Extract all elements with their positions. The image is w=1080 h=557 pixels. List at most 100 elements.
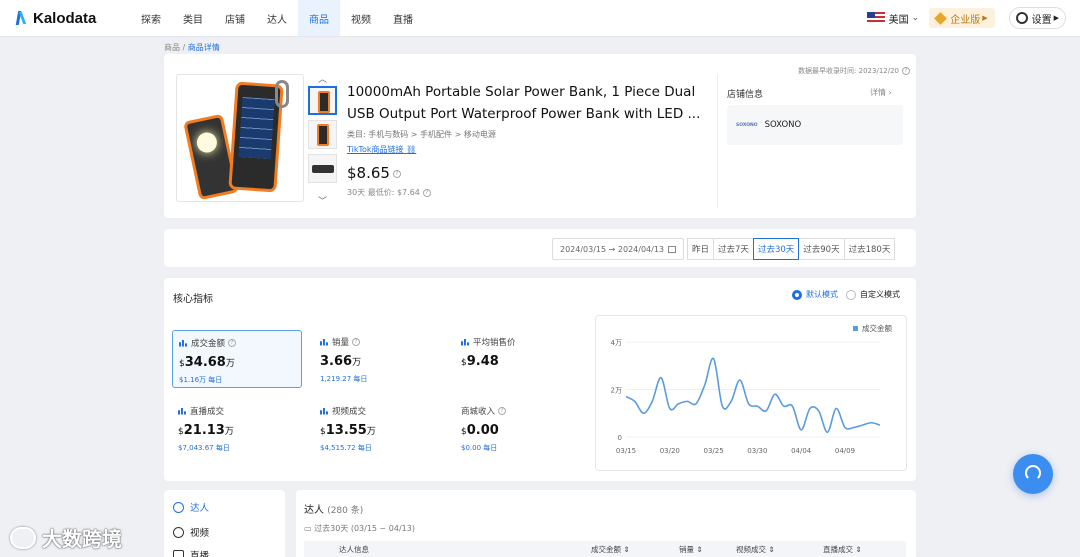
metric-unit: 万 [224,427,234,437]
watermark: 大数跨境 [10,523,122,552]
mode-custom[interactable]: 自定义模式 [846,289,900,300]
chevron-down-icon[interactable]: ﹀ [318,194,327,207]
caret-right-icon: ▶ [1053,14,1059,22]
sidebar-item-creator[interactable]: 达人 [173,500,209,514]
help-icon[interactable]: ? [498,407,507,415]
table-range-text: 过去30天 (03/15 ~ 04/13) [314,524,415,533]
series-line-gmv [625,357,881,434]
mode-custom-label: 自定义模式 [860,290,900,299]
mode-default[interactable]: 默认模式 [792,289,838,300]
metrics-title: 核心指标 [173,294,213,305]
logo-text: Kalodata [33,9,97,27]
nav-item-creator[interactable]: 达人 [256,0,298,36]
metric-daily: $4,515.72 每日 [320,444,372,452]
thumbnail-1[interactable] [308,86,337,115]
range-yesterday[interactable]: 昨日 [687,238,715,260]
metric-video-gmv[interactable]: 视频成交 $13.55万 $4,515.72 每日 [314,399,444,457]
nav-item-video[interactable]: 视频 [340,0,382,36]
x-tick-label: 04/04 [791,447,812,455]
table-header: 达人信息 成交金额 ⇕ 销量 ⇕ 视频成交 ⇕ 直播成交 ⇕ [304,541,906,557]
chevron-up-icon[interactable]: ︿ [318,72,327,85]
product-price: $8.65? [347,164,401,182]
sidebar-item-label: 达人 [190,503,210,514]
mode-default-label: 默认模式 [806,290,838,299]
col-live-gmv[interactable]: 直播成交 ⇕ [823,544,862,555]
link-icon: ⛓ [406,145,417,154]
col-gmv[interactable]: 成交金额 ⇕ [591,544,630,555]
tiktok-product-link[interactable]: TikTok商品链接 ⛓ [347,144,416,155]
metric-value: 13.55 [325,423,367,438]
nav-item-category[interactable]: 类目 [172,0,214,36]
help-icon[interactable]: ? [392,169,401,178]
range-7-days[interactable]: 过去7天 [713,238,754,260]
range-180-days[interactable]: 过去180天 [843,238,896,260]
help-icon[interactable]: ? [352,338,361,346]
help-icon[interactable]: ? [422,188,431,197]
col-video-gmv[interactable]: 视频成交 ⇕ [736,544,775,555]
watermark-text: 大数跨境 [42,527,122,551]
nav-item-live[interactable]: 直播 [382,0,424,36]
product-main-image[interactable] [176,74,304,202]
chevron-down-icon: ⌄ [911,13,920,23]
range-90-days[interactable]: 过去90天 [798,238,845,260]
range-30-days[interactable]: 过去30天 [752,238,800,260]
logo[interactable]: Kalodata [16,10,130,27]
user-icon [173,501,184,513]
kalodata-logo-icon [16,11,30,25]
customer-service-button[interactable] [1013,454,1053,494]
sidebar-item-video[interactable]: 视频 [173,525,209,539]
top-nav: Kalodata 探索 类目 店铺 达人 商品 视频 直播 美国 ⌄ 企业版 ▶… [0,0,1080,37]
date-range-picker[interactable]: 2024/03/15 → 2024/04/13 [552,238,684,260]
sidebar-item-label: 视频 [190,528,210,539]
metric-gmv[interactable]: 成交金额? $34.68万 $1.16万 每日 [172,330,302,388]
nav-item-explore[interactable]: 探索 [130,0,172,36]
product-card: 数据最早收录时间: 2023/12/20? ︿ ﹀ 10000mAh Porta… [164,54,916,218]
enterprise-button[interactable]: 企业版 ▶ [929,8,995,28]
nav-item-shop[interactable]: 店铺 [214,0,256,36]
x-tick-label: 04/09 [835,447,855,455]
calendar-icon: ▭ [304,524,315,533]
help-icon[interactable]: ? [228,339,237,347]
x-tick-label: 03/30 [747,447,767,455]
metric-unit: 万 [352,358,362,368]
metric-value: 21.13 [183,423,225,438]
breadcrumb-parent[interactable]: 商品 [164,43,180,52]
tiktok-link-label: TikTok商品链接 [347,145,404,154]
thumbnail-2[interactable] [308,120,337,149]
sidebar-item-live[interactable]: 直播 [173,548,209,557]
metric-avg-price[interactable]: 平均销售价 $9.48 [455,330,585,388]
metric-daily: $0.00 每日 [461,444,498,452]
metric-mall-revenue[interactable]: 商城收入? $0.00 $0.00 每日 [455,399,585,457]
bar-chart-icon [179,339,187,347]
chart-svg: 4万 2万 0 03/15 03/20 03/25 03/30 04/04 04/09 成交金额 [611,323,893,455]
metric-daily: 1,219.27 每日 [320,375,368,383]
store-detail-link[interactable]: 详情 › [870,87,892,98]
product-title: 10000mAh Portable Solar Power Bank, 1 Pi… [347,84,701,122]
x-tick-label: 03/20 [660,447,680,455]
thumbnail-3[interactable] [308,154,337,183]
help-icon[interactable]: ? [902,67,910,75]
radio-icon [846,289,856,300]
metric-value: 34.68 [184,355,226,370]
bar-chart-icon [320,407,328,415]
headset-icon [1025,465,1041,481]
metric-sales[interactable]: 销量? 3.66万 1,219.27 每日 [314,330,444,388]
col-sales[interactable]: 销量 ⇕ [679,544,703,555]
divider [717,74,718,208]
bar-chart-icon [178,407,186,415]
gmv-trend-chart: 4万 2万 0 03/15 03/20 03/25 03/30 04/04 04/09 成交金额 [595,315,907,471]
x-tick-label: 03/15 [616,447,636,455]
y-tick-label: 4万 [611,339,622,347]
lowest-price-text: 30天 最低价: $7.64 [347,188,420,197]
region-label: 美国 [888,14,909,26]
store-box[interactable]: SOXONO SOXONO [727,105,903,145]
store-name: SOXONO [764,120,802,130]
metric-live-gmv[interactable]: 直播成交 $21.13万 $7,043.67 每日 [172,399,302,457]
region-select[interactable]: 美国 ⌄ [866,11,920,26]
table-range: ▭ 过去30天 (03/15 ~ 04/13) [304,523,415,534]
settings-button[interactable]: 设置 ▶ [1008,7,1066,29]
collect-time-text: 数据最早收录时间: 2023/12/20 [798,67,899,75]
nav-item-product[interactable]: 商品 [298,0,340,36]
caret-right-icon: ▶ [982,14,988,22]
core-metrics-card: 核心指标 默认模式 自定义模式 成交金额? $34.68万 $1.16万 每日 … [164,278,916,481]
